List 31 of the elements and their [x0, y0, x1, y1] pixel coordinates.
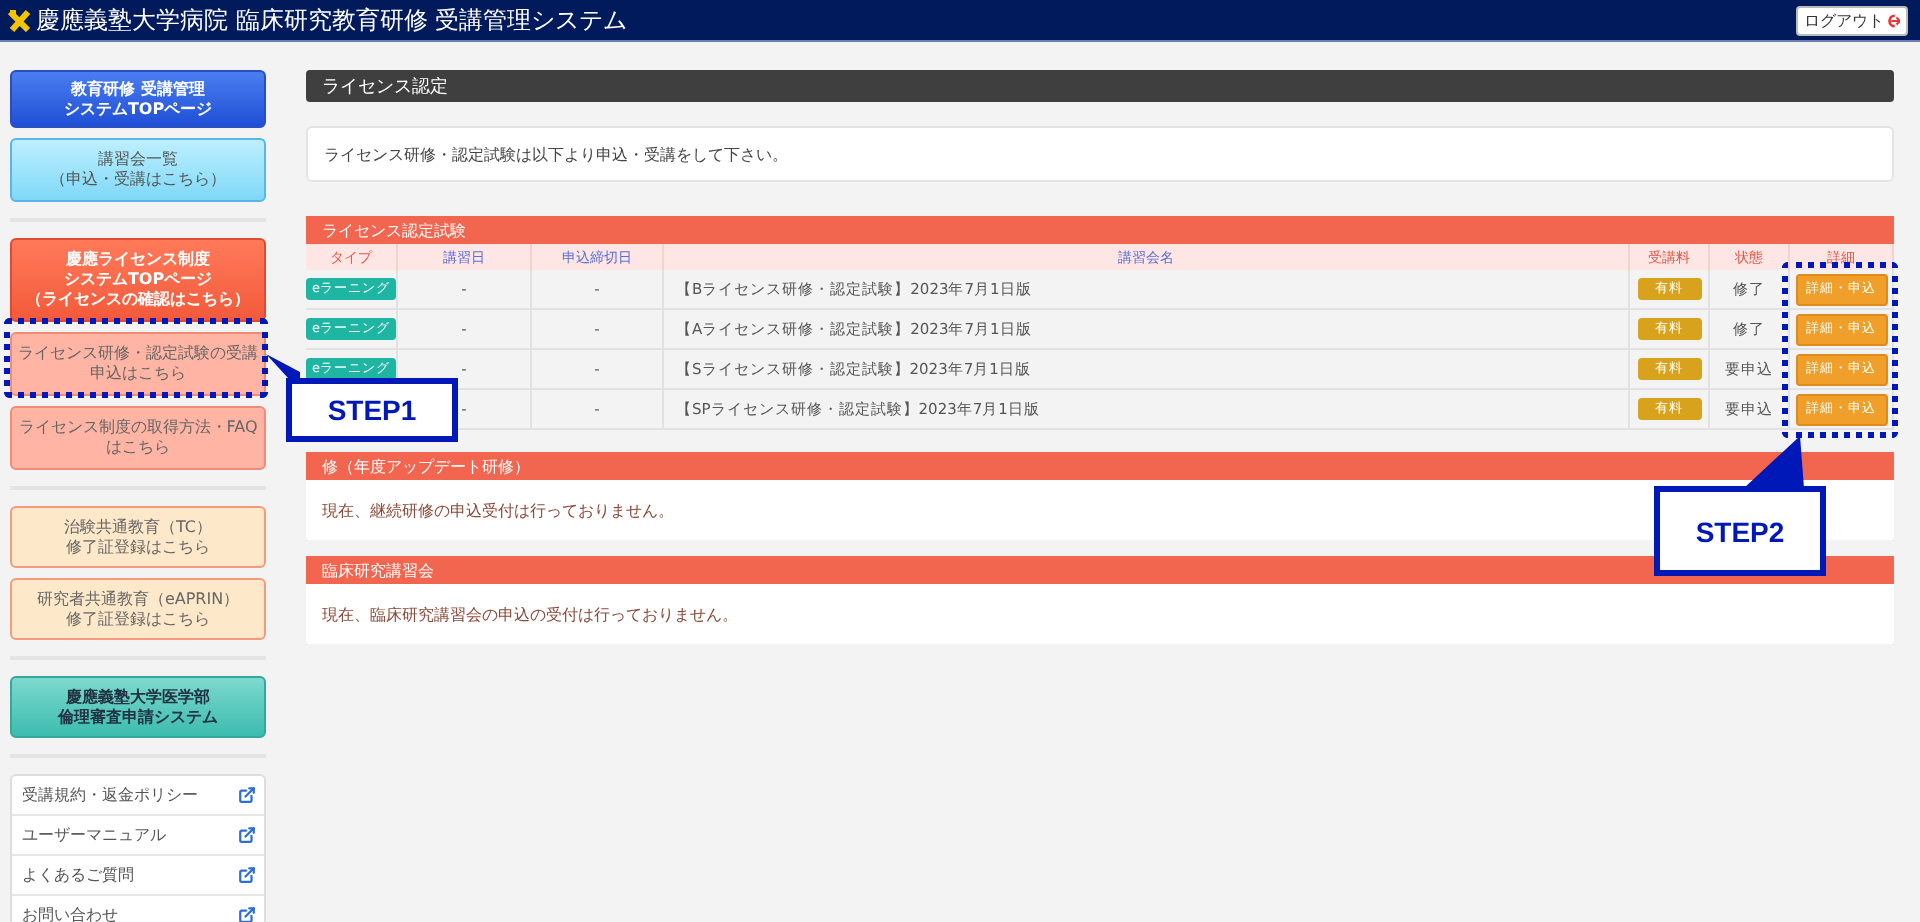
section-header: 臨床研究講習会	[306, 556, 1894, 584]
step-callout: STEP1	[286, 378, 458, 442]
step-callout: STEP2	[1654, 486, 1826, 576]
system-title: 慶應義塾大学病院 臨床研究教育研修 受講管理システム	[36, 3, 628, 37]
sidebar-link[interactable]: ユーザーマニュアル	[12, 816, 264, 856]
sidebar-button[interactable]: 研究者共通教育（eAPRIN） 修了証登録はこちら	[10, 578, 266, 640]
sidebar-link[interactable]: 受講規約・返金ポリシー	[12, 776, 264, 816]
callout-pointer	[264, 352, 300, 380]
callout-pointer	[1744, 436, 1804, 488]
external-link-icon	[238, 866, 256, 884]
sidebar-button[interactable]: 教育研修 受講管理 システムTOPページ	[10, 70, 266, 128]
sidebar-button[interactable]: 講習会一覧 （申込・受講はこちら）	[10, 138, 266, 202]
section-header: ライセンス認定試験	[306, 216, 1894, 244]
sidebar-button[interactable]: 慶應ライセンス制度 システムTOPページ （ライセンスの確認はこちら）	[10, 238, 266, 322]
page-title: ライセンス認定	[306, 70, 1894, 102]
sidebar-button[interactable]: 慶應義塾大学医学部 倫理審査申請システム	[10, 676, 266, 738]
external-link-icon	[238, 786, 256, 804]
sidebar-button[interactable]: 治験共通教育（TC） 修了証登録はこちら	[10, 506, 266, 568]
section-header: 修（年度アップデート研修）	[306, 452, 1894, 480]
notice-text: ライセンス研修・認定試験は以下より申込・受講をして下さい。	[306, 126, 1894, 182]
logout-icon	[1886, 13, 1900, 27]
sidebar-link[interactable]: よくあるご質問	[12, 856, 264, 896]
sidebar-link[interactable]: お問い合わせ	[12, 896, 264, 922]
logout-button[interactable]: ログアウト	[1796, 5, 1908, 35]
section-message: 現在、臨床研究講習会の申込の受付は行っておりません。	[322, 603, 738, 625]
external-link-icon	[238, 826, 256, 844]
external-link-icon	[238, 906, 256, 922]
sidebar-button[interactable]: ライセンス研修・認定試験の受講 申込はこちら	[10, 332, 266, 396]
sidebar-button[interactable]: ライセンス制度の取得方法・FAQ はこちら	[10, 406, 266, 470]
section-message: 現在、継続研修の申込受付は行っておりません。	[322, 499, 674, 521]
logo-icon	[8, 8, 32, 32]
